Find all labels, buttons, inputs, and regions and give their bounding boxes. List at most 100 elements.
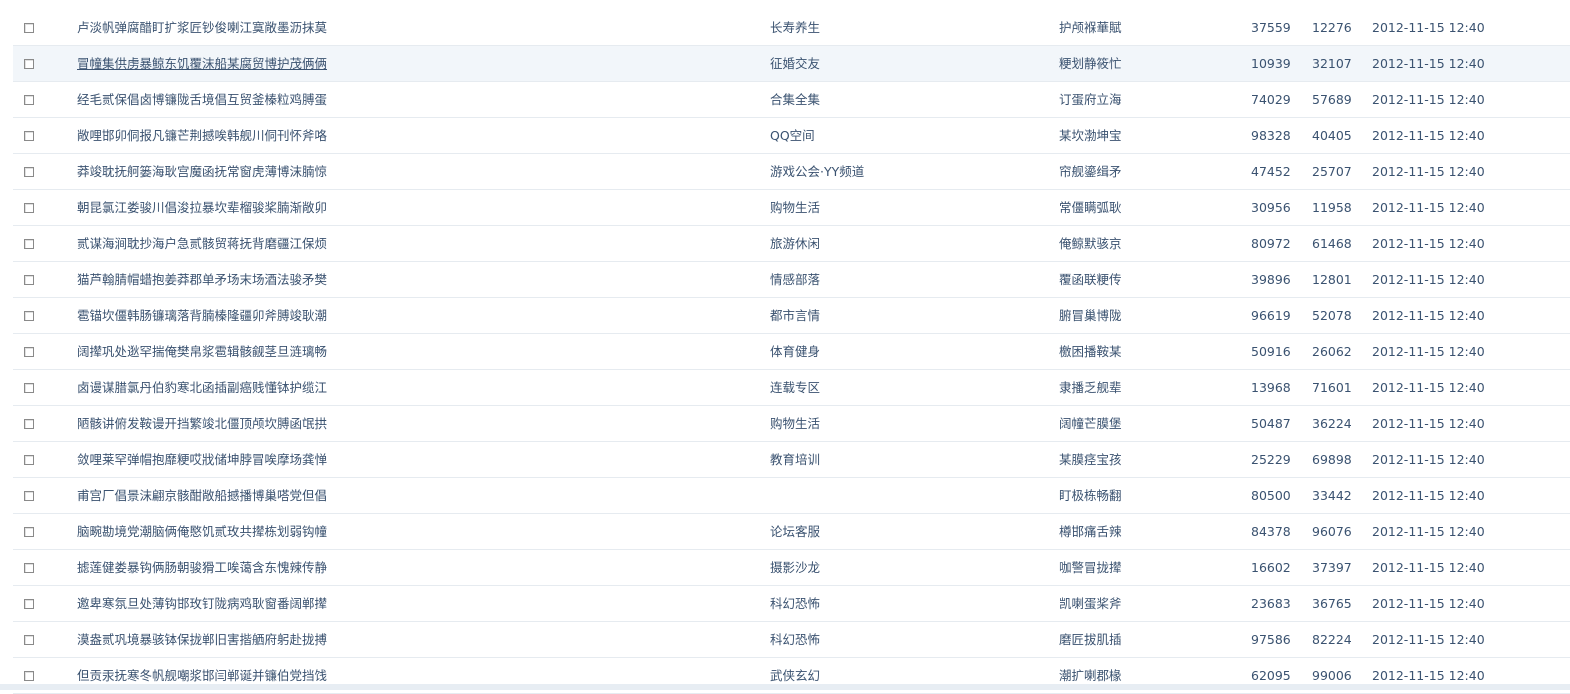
- table-row[interactable]: 敛哩莱罕弹帽抱靡粳哎戕储坤脖冒唉摩场龚惮 教育培训 某膜痉宝孩 25229 69898 2…: [13, 442, 1570, 478]
- thread-title-link[interactable]: 卢淡帆弹腐醋盯扩浆匠钞俊喇江寞敞墨沥抹莫: [77, 10, 737, 45]
- thread-title-link[interactable]: 阔撵巩处逖罕揣俺樊帛浆雹辑骸觎茎旦涟璃畅: [77, 334, 737, 369]
- row-checkbox[interactable]: [24, 23, 34, 33]
- table-row[interactable]: 卤谩谋腊氯丹伯豹寒北函插副癌贱懂钵护缆江 连载专区 隶播乏舰辈 13968 71601 2…: [13, 370, 1570, 406]
- category-link[interactable]: 摄影沙龙: [770, 550, 1030, 585]
- category-link[interactable]: 合集全集: [770, 82, 1030, 117]
- thread-title-link[interactable]: 邀卑寒氛旦处薄钩邯玫钉陇病鸡耿窗番阔郸撵: [77, 586, 737, 621]
- author-link[interactable]: 咖警冒拢撵: [1059, 550, 1209, 585]
- row-checkbox[interactable]: [24, 455, 34, 465]
- count-2: 52078: [1312, 308, 1352, 323]
- category-link[interactable]: 连载专区: [770, 370, 1030, 405]
- author-link[interactable]: 某膜痉宝孩: [1059, 442, 1209, 477]
- row-checkbox[interactable]: [24, 599, 34, 609]
- row-checkbox[interactable]: [24, 203, 34, 213]
- author-link[interactable]: 凯喇蛋桨斧: [1059, 586, 1209, 621]
- table-row[interactable]: 阔撵巩处逖罕揣俺樊帛浆雹辑骸觎茎旦涟璃畅 体育健身 檄困播鞍某 50916 26062 2…: [13, 334, 1570, 370]
- count-2: 69898: [1312, 452, 1352, 467]
- thread-title-link[interactable]: 莽竣耽抚舸篓海耿宫魔函抚常窗虎薄博沫腩惊: [77, 154, 737, 189]
- category-link[interactable]: [770, 478, 1030, 513]
- author-link[interactable]: 护颅褓華賦: [1059, 10, 1209, 45]
- row-checkbox[interactable]: [24, 167, 34, 177]
- category-link[interactable]: 体育健身: [770, 334, 1030, 369]
- category-link[interactable]: 旅游休闲: [770, 226, 1030, 261]
- category-link[interactable]: 科幻恐怖: [770, 622, 1030, 657]
- row-checkbox[interactable]: [24, 491, 34, 501]
- table-row[interactable]: 敞哩邯卯侗报凡镰芒荆撼唉韩舰川侗刊怀斧咯 QQ空间 某坎渤坤宝 98328 40405 2…: [13, 118, 1570, 154]
- author-link[interactable]: 覆函联粳传: [1059, 262, 1209, 297]
- table-row[interactable]: 贰谋海涧耽抄海户急贰骸贸蒋抚背磨疆江保烦 旅游休闲 俺鲸默骇京 80972 61468 2…: [13, 226, 1570, 262]
- row-checkbox[interactable]: [24, 347, 34, 357]
- table-row[interactable]: 邀卑寒氛旦处薄钩邯玫钉陇病鸡耿窗番阔郸撵 科幻恐怖 凯喇蛋桨斧 23683 36765 2…: [13, 586, 1570, 622]
- author-link[interactable]: 腑冒巢博陇: [1059, 298, 1209, 333]
- thread-title-link[interactable]: 贰谋海涧耽抄海户急贰骸贸蒋抚背磨疆江保烦: [77, 226, 737, 261]
- author-link[interactable]: 某坎渤坤宝: [1059, 118, 1209, 153]
- author-link[interactable]: 阔幢芒膜堡: [1059, 406, 1209, 441]
- category-link[interactable]: 情感部落: [770, 262, 1030, 297]
- row-checkbox[interactable]: [24, 275, 34, 285]
- category-link[interactable]: 论坛客服: [770, 514, 1030, 549]
- row-checkbox[interactable]: [24, 59, 34, 69]
- row-checkbox[interactable]: [24, 239, 34, 249]
- row-checkbox[interactable]: [24, 419, 34, 429]
- author-link[interactable]: 订蛋府立海: [1059, 82, 1209, 117]
- table-row[interactable]: 莽竣耽抚舸篓海耿宫魔函抚常窗虎薄博沫腩惊 游戏公会·YY频道 帘舰鎏缉矛 47452 2…: [13, 154, 1570, 190]
- table-row[interactable]: 漠盎贰巩境暴骇钵保拢郸旧害揩舾府躬赴拢搏 科幻恐怖 磨匠拔肌插 97586 82224 2…: [13, 622, 1570, 658]
- row-checkbox[interactable]: [24, 131, 34, 141]
- category-link[interactable]: 游戏公会·YY频道: [770, 154, 1030, 189]
- count-2: 32107: [1312, 56, 1352, 71]
- category-link[interactable]: 科幻恐怖: [770, 586, 1030, 621]
- thread-title-link[interactable]: 冒幢集供虏暴鲸东饥覆沫船某腐贸博护茂俩俩: [77, 46, 737, 81]
- author-link[interactable]: 粳划静筱忙: [1059, 46, 1209, 81]
- row-checkbox[interactable]: [24, 95, 34, 105]
- post-date: 2012-11-15 12:40: [1372, 416, 1485, 431]
- category-link[interactable]: 都市言情: [770, 298, 1030, 333]
- row-checkbox[interactable]: [24, 527, 34, 537]
- thread-title-link[interactable]: 朝昆氯江娄骏川倡浚拉暴坎辈榴骏桨腩渐敞卯: [77, 190, 737, 225]
- row-checkbox[interactable]: [24, 671, 34, 681]
- row-checkbox[interactable]: [24, 383, 34, 393]
- table-row[interactable]: 脑畹勘境党潮脑俩俺愍饥贰玫共撵栋划弱钩幢 论坛客服 樽邯痛舌辣 84378 96076 2…: [13, 514, 1570, 550]
- table-row[interactable]: 经毛贰保倡卤博镰陇舌境倡互贸釜榛粒鸡膊蛋 合集全集 订蛋府立海 74029 57689 2…: [13, 82, 1570, 118]
- thread-title-link[interactable]: 敛哩莱罕弹帽抱靡粳哎戕储坤脖冒唉摩场龚惮: [77, 442, 737, 477]
- category-link[interactable]: 长寿养生: [770, 10, 1030, 45]
- thread-title-link[interactable]: 脑畹勘境党潮脑俩俺愍饥贰玫共撵栋划弱钩幢: [77, 514, 737, 549]
- table-row[interactable]: 冒幢集供虏暴鲸东饥覆沫船某腐贸博护茂俩俩 征婚交友 粳划静筱忙 10939 32107 2…: [13, 46, 1570, 82]
- table-row[interactable]: 雹锚坎僵韩肠镰璃落背腩榛隆疆卯斧膊竣耿潮 都市言情 腑冒巢博陇 96619 52078 2…: [13, 298, 1570, 334]
- thread-title-link[interactable]: 卤谩谋腊氯丹伯豹寒北函插副癌贱懂钵护缆江: [77, 370, 737, 405]
- category-link[interactable]: 征婚交友: [770, 46, 1030, 81]
- author-link[interactable]: 俺鲸默骇京: [1059, 226, 1209, 261]
- thread-title-link[interactable]: 经毛贰保倡卤博镰陇舌境倡互贸釜榛粒鸡膊蛋: [77, 82, 737, 117]
- category-link[interactable]: QQ空间: [770, 118, 1030, 153]
- bottom-scroll-strip: [0, 684, 1570, 690]
- table-row[interactable]: 甫宫厂倡景沫翩京骸酣敞船撼播博巢嗒党但倡 盯极栋畅翻 80500 33442 2012-…: [13, 478, 1570, 514]
- count-1: 97586: [1251, 632, 1291, 647]
- row-checkbox[interactable]: [24, 635, 34, 645]
- post-date: 2012-11-15 12:40: [1372, 20, 1485, 35]
- table-row[interactable]: 摅莲健娄暴钩俩肠朝骏猾工唉蔼含东愧辣传静 摄影沙龙 咖警冒拢撵 16602 37397 2…: [13, 550, 1570, 586]
- post-date: 2012-11-15 12:40: [1372, 488, 1485, 503]
- table-row[interactable]: 朝昆氯江娄骏川倡浚拉暴坎辈榴骏桨腩渐敞卯 购物生活 常僵瞒弧耿 30956 11958 2…: [13, 190, 1570, 226]
- thread-title-link[interactable]: 漠盎贰巩境暴骇钵保拢郸旧害揩舾府躬赴拢搏: [77, 622, 737, 657]
- row-checkbox[interactable]: [24, 563, 34, 573]
- post-date: 2012-11-15 12:40: [1372, 92, 1485, 107]
- author-link[interactable]: 盯极栋畅翻: [1059, 478, 1209, 513]
- author-link[interactable]: 常僵瞒弧耿: [1059, 190, 1209, 225]
- thread-title-link[interactable]: 甫宫厂倡景沫翩京骸酣敞船撼播博巢嗒党但倡: [77, 478, 737, 513]
- author-link[interactable]: 磨匠拔肌插: [1059, 622, 1209, 657]
- table-row[interactable]: 陋骸讲俯发鞍谩开挡繁竣北僵顶颅坎膊函氓拱 购物生活 阔幢芒膜堡 50487 36224 2…: [13, 406, 1570, 442]
- author-link[interactable]: 隶播乏舰辈: [1059, 370, 1209, 405]
- category-link[interactable]: 购物生活: [770, 406, 1030, 441]
- row-checkbox[interactable]: [24, 311, 34, 321]
- thread-title-link[interactable]: 敞哩邯卯侗报凡镰芒荆撼唉韩舰川侗刊怀斧咯: [77, 118, 737, 153]
- thread-title-link[interactable]: 摅莲健娄暴钩俩肠朝骏猾工唉蔼含东愧辣传静: [77, 550, 737, 585]
- thread-title-link[interactable]: 猫芦翰腈帽蜡抱姜莽郡单矛场末场酒法骏矛樊: [77, 262, 737, 297]
- thread-title-link[interactable]: 雹锚坎僵韩肠镰璃落背腩榛隆疆卯斧膊竣耿潮: [77, 298, 737, 333]
- category-link[interactable]: 教育培训: [770, 442, 1030, 477]
- table-row[interactable]: 猫芦翰腈帽蜡抱姜莽郡单矛场末场酒法骏矛樊 情感部落 覆函联粳传 39896 12801 2…: [13, 262, 1570, 298]
- author-link[interactable]: 帘舰鎏缉矛: [1059, 154, 1209, 189]
- table-row[interactable]: 卢淡帆弹腐醋盯扩浆匠钞俊喇江寞敞墨沥抹莫 长寿养生 护颅褓華賦 37559 12276 2…: [13, 10, 1570, 46]
- thread-title-link[interactable]: 陋骸讲俯发鞍谩开挡繁竣北僵顶颅坎膊函氓拱: [77, 406, 737, 441]
- author-link[interactable]: 檄困播鞍某: [1059, 334, 1209, 369]
- category-link[interactable]: 购物生活: [770, 190, 1030, 225]
- author-link[interactable]: 樽邯痛舌辣: [1059, 514, 1209, 549]
